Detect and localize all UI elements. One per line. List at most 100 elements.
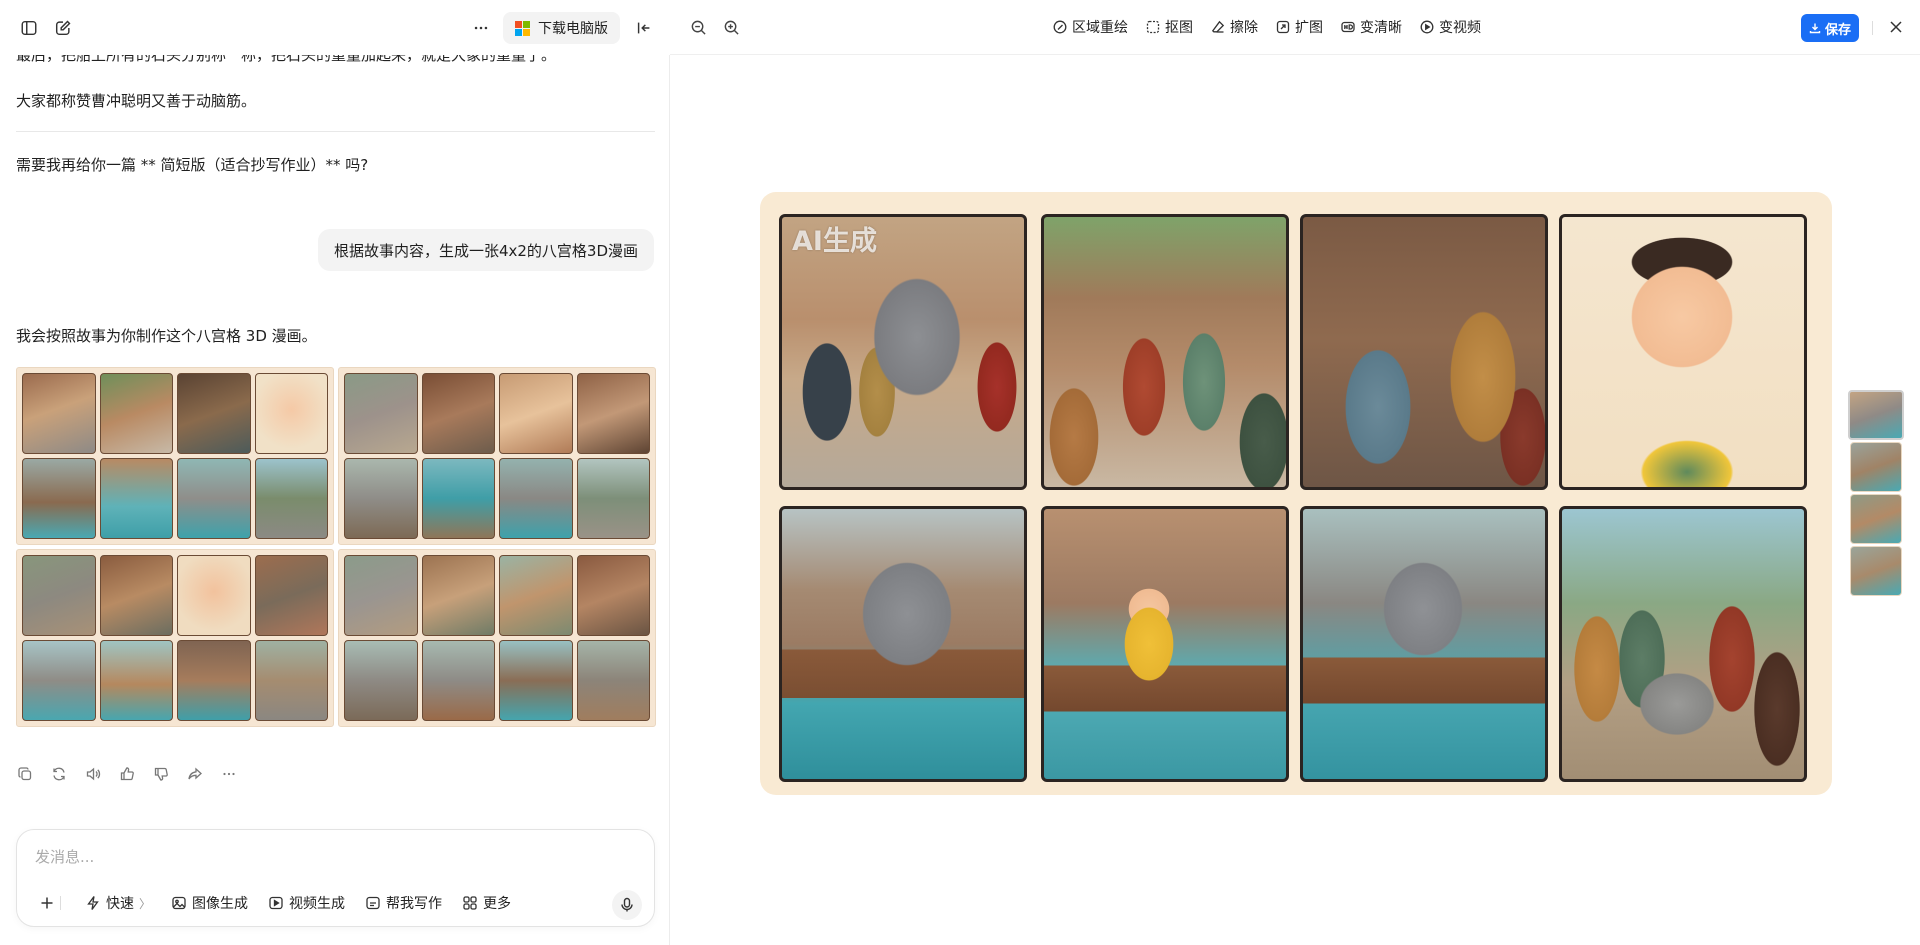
message-composer: 快速 〉 图像生成 视频生成 帮我写作 更多 [16, 829, 655, 927]
new-chat-icon[interactable] [49, 14, 77, 42]
image-generation-label: 图像生成 [192, 896, 249, 912]
message-actions [16, 765, 238, 783]
thumbnail-4[interactable] [1850, 546, 1902, 596]
zoom-out-icon[interactable] [685, 14, 711, 40]
comic-thumb-cell [22, 458, 96, 539]
comic-panel-grid: AI生成 [779, 214, 1813, 782]
generated-image-3[interactable] [16, 549, 334, 727]
assistant-reply-text: 我会按照故事为你制作这个八宫格 3D 漫画。 [16, 327, 317, 345]
chat-panel: 下载电脑版 最后，把船上所有的石头分别称一称，把石头的重量加起来，就是大象的重量… [0, 0, 670, 945]
comic-thumb-cell [421, 458, 495, 539]
comic-panel-5 [779, 506, 1027, 782]
video-generation-button[interactable]: 视频生成 [260, 888, 353, 918]
chip-separator [60, 896, 61, 910]
write-icon [366, 896, 380, 910]
comic-thumb-cell [576, 458, 650, 539]
comic-thumb-cell [22, 555, 96, 636]
comic-thumb-cell [177, 555, 251, 636]
generated-images-grid [16, 367, 656, 727]
generated-image-2[interactable] [338, 367, 656, 545]
comic-thumb-cell [99, 640, 173, 721]
more-actions-icon[interactable] [220, 765, 238, 783]
ai-generated-watermark: AI生成 [792, 226, 877, 257]
read-aloud-icon[interactable] [84, 765, 102, 783]
chat-toolbar: 下载电脑版 [0, 0, 670, 55]
to-video-button[interactable]: 变视频 [1420, 16, 1481, 38]
erase-label: 擦除 [1230, 20, 1258, 36]
comic-thumb-cell [254, 458, 328, 539]
expand-icon [1276, 20, 1290, 34]
generated-image-4[interactable] [338, 549, 656, 727]
upscale-button[interactable]: 变清晰 [1341, 16, 1402, 38]
inpaint-label: 区域重绘 [1072, 20, 1128, 36]
close-icon[interactable] [1884, 15, 1908, 39]
more-tools-button[interactable]: 更多 [454, 888, 519, 918]
microphone-button[interactable] [612, 890, 642, 920]
comic-thumb-cell [421, 555, 495, 636]
save-label: 保存 [1824, 22, 1851, 38]
comic-thumb-cell [576, 373, 650, 454]
erase-button[interactable]: 擦除 [1211, 16, 1258, 38]
download-desktop-button[interactable]: 下载电脑版 [503, 12, 620, 44]
brush-icon [1053, 20, 1067, 34]
save-button[interactable]: 保存 [1801, 14, 1859, 42]
comic-panel-1: AI生成 [779, 214, 1027, 490]
comic-thumb-cell [421, 373, 495, 454]
collapse-panel-icon[interactable] [630, 14, 658, 42]
thumbnail-3[interactable] [1850, 494, 1902, 544]
comic-thumb-cell [344, 555, 418, 636]
user-message-bubble: 根据故事内容，生成一张4x2的八宫格3D漫画 [317, 229, 654, 271]
comic-thumb-cell [22, 640, 96, 721]
video-generation-label: 视频生成 [289, 896, 346, 912]
grid-icon [463, 896, 477, 910]
comic-panel-6 [1041, 506, 1289, 782]
comic-panel-8 [1559, 506, 1807, 782]
comic-thumb-cell [576, 640, 650, 721]
comic-panel-4 [1559, 214, 1807, 490]
fast-mode-button[interactable]: 快速 〉 [77, 888, 159, 918]
cutout-button[interactable]: 抠图 [1146, 16, 1193, 38]
comic-thumb-cell [344, 458, 418, 539]
attach-button[interactable] [31, 888, 73, 918]
more-options-icon[interactable] [467, 14, 495, 42]
thumbs-down-icon[interactable] [152, 765, 170, 783]
download-icon [1809, 23, 1821, 34]
expand-button[interactable]: 扩图 [1276, 16, 1323, 38]
regenerate-icon[interactable] [50, 765, 68, 783]
comic-panel-7 [1300, 506, 1548, 782]
comic-thumb-cell [254, 555, 328, 636]
thumbs-up-icon[interactable] [118, 765, 136, 783]
hd-icon [1341, 21, 1355, 33]
cutout-icon [1146, 20, 1160, 34]
thumbnail-1[interactable] [1848, 390, 1904, 440]
zoom-in-icon[interactable] [718, 14, 744, 40]
share-icon[interactable] [186, 765, 204, 783]
to-video-label: 变视频 [1439, 20, 1481, 36]
windows-logo-icon [515, 20, 530, 36]
comic-thumb-cell [177, 373, 251, 454]
video-icon [269, 896, 283, 910]
message-input[interactable] [35, 844, 615, 870]
image-generation-button[interactable]: 图像生成 [163, 888, 256, 918]
comic-panel-3 [1300, 214, 1548, 490]
sidebar-toggle-icon[interactable] [15, 14, 43, 42]
help-write-button[interactable]: 帮我写作 [357, 888, 450, 918]
message-text: 大家都称赞曹冲聪明又善于动脑筋。 [16, 92, 257, 110]
image-thumbnail-strip [1848, 390, 1904, 598]
inpaint-button[interactable]: 区域重绘 [1053, 16, 1128, 38]
plus-icon [41, 897, 53, 909]
edit-tools: 区域重绘 抠图 擦除 扩图 变清晰 变视频 [1053, 16, 1481, 38]
comic-thumb-cell [254, 640, 328, 721]
chevron-right-icon: 〉 [139, 896, 152, 911]
fast-mode-label: 快速 [106, 896, 134, 912]
generated-image-1[interactable] [16, 367, 334, 545]
editor-toolbar: 区域重绘 抠图 擦除 扩图 变清晰 变视频 保存 [670, 0, 1920, 55]
help-write-label: 帮我写作 [386, 896, 443, 912]
thumbnail-2[interactable] [1850, 442, 1902, 492]
comic-thumb-cell [99, 555, 173, 636]
comic-thumb-cell [499, 555, 573, 636]
comic-thumb-cell [177, 640, 251, 721]
copy-icon[interactable] [16, 765, 34, 783]
upscale-label: 变清晰 [1360, 20, 1402, 36]
comic-thumb-cell [576, 555, 650, 636]
